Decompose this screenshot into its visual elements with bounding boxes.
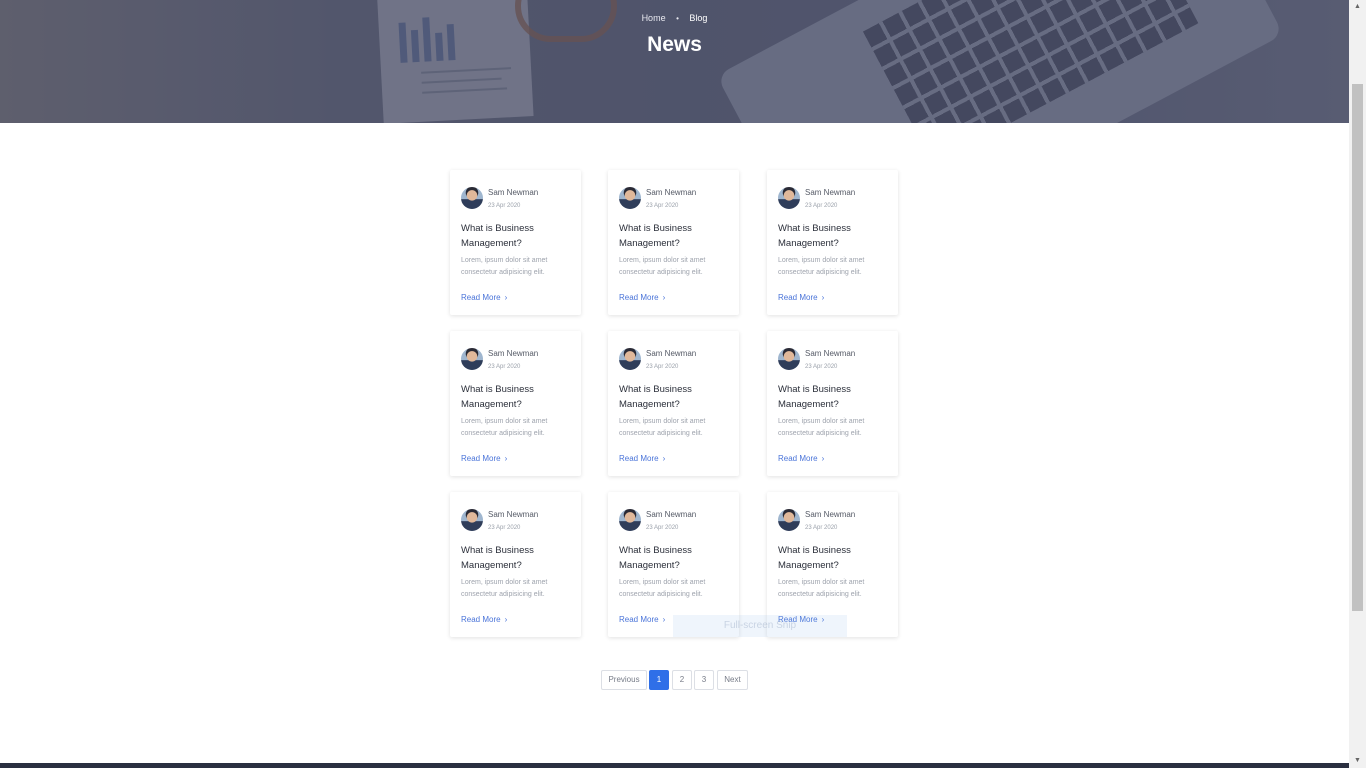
- post-title[interactable]: What is Business Management?: [461, 221, 576, 251]
- read-more-link[interactable]: Read More ›: [461, 293, 507, 302]
- read-more-link[interactable]: Read More ›: [461, 454, 507, 463]
- blog-card: Sam Newman 23 Apr 2020 What is Business …: [767, 170, 898, 315]
- read-more-label: Read More: [778, 454, 818, 463]
- read-more-link[interactable]: Read More ›: [778, 454, 824, 463]
- post-date: 23 Apr 2020: [646, 525, 679, 531]
- author-name: Sam Newman: [488, 510, 539, 519]
- chevron-right-icon: ›: [504, 615, 508, 624]
- avatar: [778, 509, 800, 531]
- post-excerpt: Lorem, ipsum dolor sit amet consectetur …: [778, 579, 865, 598]
- blog-card: Sam Newman 23 Apr 2020 What is Business …: [450, 492, 581, 637]
- read-more-label: Read More: [461, 454, 501, 463]
- breadcrumb: Home • Blog: [0, 13, 1349, 23]
- post-date: 23 Apr 2020: [488, 203, 521, 209]
- read-more-label: Read More: [461, 293, 501, 302]
- snip-toast: Full-screen Snip: [673, 615, 847, 637]
- author-name: Sam Newman: [488, 188, 539, 197]
- chevron-right-icon: ›: [662, 454, 666, 463]
- post-date: 23 Apr 2020: [805, 364, 838, 370]
- avatar: [461, 187, 483, 209]
- blog-card: Sam Newman 23 Apr 2020 What is Business …: [608, 170, 739, 315]
- post-title[interactable]: What is Business Management?: [778, 543, 893, 573]
- avatar: [619, 187, 641, 209]
- author-name: Sam Newman: [805, 510, 856, 519]
- read-more-link[interactable]: Read More ›: [778, 293, 824, 302]
- author-name: Sam Newman: [646, 510, 697, 519]
- post-title[interactable]: What is Business Management?: [461, 382, 576, 412]
- pagination-previous[interactable]: Previous: [601, 670, 647, 690]
- avatar: [461, 348, 483, 370]
- vertical-scrollbar[interactable]: ▲ ▼: [1349, 0, 1366, 768]
- blog-card: Sam Newman 23 Apr 2020 What is Business …: [767, 331, 898, 476]
- read-more-label: Read More: [619, 293, 659, 302]
- read-more-label: Read More: [778, 293, 818, 302]
- post-excerpt: Lorem, ipsum dolor sit amet consectetur …: [461, 257, 548, 276]
- post-excerpt: Lorem, ipsum dolor sit amet consectetur …: [619, 257, 706, 276]
- author-name: Sam Newman: [646, 188, 697, 197]
- chevron-right-icon: ›: [504, 454, 508, 463]
- avatar: [619, 348, 641, 370]
- post-excerpt: Lorem, ipsum dolor sit amet consectetur …: [619, 579, 706, 598]
- arrow-up-icon[interactable]: ▲: [1349, 0, 1366, 14]
- post-date: 23 Apr 2020: [646, 203, 679, 209]
- read-more-label: Read More: [461, 615, 501, 624]
- author-name: Sam Newman: [488, 349, 539, 358]
- post-date: 23 Apr 2020: [646, 364, 679, 370]
- post-title[interactable]: What is Business Management?: [619, 221, 734, 251]
- author-name: Sam Newman: [646, 349, 697, 358]
- chevron-right-icon: ›: [662, 615, 666, 624]
- avatar: [461, 509, 483, 531]
- post-date: 23 Apr 2020: [805, 525, 838, 531]
- read-more-link[interactable]: Read More ›: [619, 454, 665, 463]
- author-name: Sam Newman: [805, 349, 856, 358]
- post-title[interactable]: What is Business Management?: [778, 221, 893, 251]
- pagination-next[interactable]: Next: [717, 670, 748, 690]
- chevron-right-icon: ›: [504, 293, 508, 302]
- breadcrumb-separator: •: [676, 14, 679, 23]
- breadcrumb-current: Blog: [689, 13, 708, 23]
- breadcrumb-home-link[interactable]: Home: [642, 13, 666, 23]
- pagination-page-2[interactable]: 2: [672, 670, 692, 690]
- arrow-down-icon[interactable]: ▼: [1349, 754, 1366, 768]
- blog-card: Sam Newman 23 Apr 2020 What is Business …: [450, 331, 581, 476]
- post-excerpt: Lorem, ipsum dolor sit amet consectetur …: [461, 579, 548, 598]
- footer: [0, 763, 1349, 768]
- post-title[interactable]: What is Business Management?: [619, 382, 734, 412]
- blog-card: Sam Newman 23 Apr 2020 What is Business …: [450, 170, 581, 315]
- pagination-page-3[interactable]: 3: [694, 670, 714, 690]
- avatar: [619, 509, 641, 531]
- avatar: [778, 348, 800, 370]
- post-date: 23 Apr 2020: [805, 203, 838, 209]
- post-date: 23 Apr 2020: [488, 525, 521, 531]
- scrollbar-thumb[interactable]: [1352, 84, 1363, 611]
- read-more-label: Read More: [619, 454, 659, 463]
- post-title[interactable]: What is Business Management?: [461, 543, 576, 573]
- read-more-link[interactable]: Read More ›: [461, 615, 507, 624]
- post-excerpt: Lorem, ipsum dolor sit amet consectetur …: [461, 418, 548, 437]
- chevron-right-icon: ›: [821, 454, 825, 463]
- post-excerpt: Lorem, ipsum dolor sit amet consectetur …: [778, 418, 865, 437]
- read-more-label: Read More: [619, 615, 659, 624]
- post-excerpt: Lorem, ipsum dolor sit amet consectetur …: [778, 257, 865, 276]
- post-title[interactable]: What is Business Management?: [619, 543, 734, 573]
- avatar: [778, 187, 800, 209]
- read-more-link[interactable]: Read More ›: [619, 293, 665, 302]
- page-title: News: [647, 33, 702, 56]
- chevron-right-icon: ›: [821, 293, 825, 302]
- author-name: Sam Newman: [805, 188, 856, 197]
- hero-banner: Home • Blog News: [0, 0, 1349, 123]
- post-excerpt: Lorem, ipsum dolor sit amet consectetur …: [619, 418, 706, 437]
- blog-card: Sam Newman 23 Apr 2020 What is Business …: [608, 331, 739, 476]
- chevron-right-icon: ›: [662, 293, 666, 302]
- pagination-page-1[interactable]: 1: [649, 670, 669, 690]
- post-date: 23 Apr 2020: [488, 364, 521, 370]
- post-title[interactable]: What is Business Management?: [778, 382, 893, 412]
- read-more-link[interactable]: Read More ›: [619, 615, 665, 624]
